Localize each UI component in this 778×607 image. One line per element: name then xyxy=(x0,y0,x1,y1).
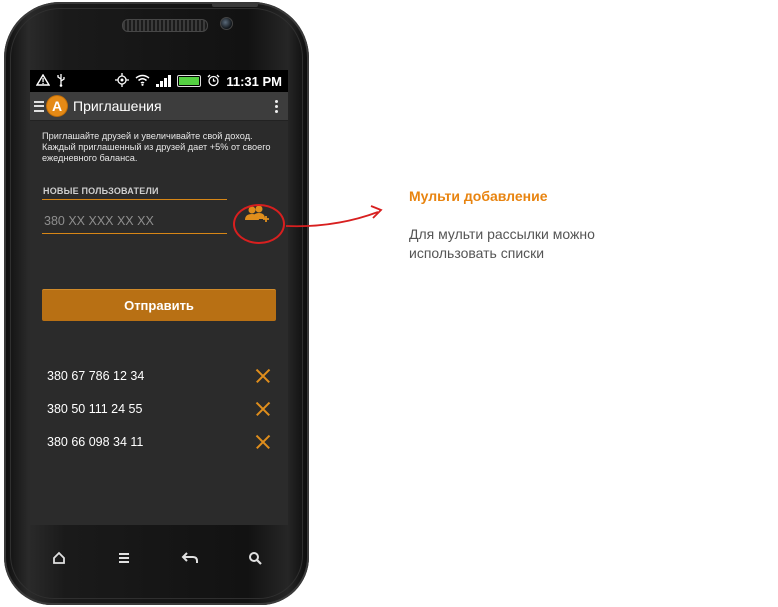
annotation-title: Мульти добавление xyxy=(409,188,548,204)
annotation-text: Для мульти рассылки можно использовать с… xyxy=(409,226,595,261)
callout-arrow xyxy=(285,205,383,228)
